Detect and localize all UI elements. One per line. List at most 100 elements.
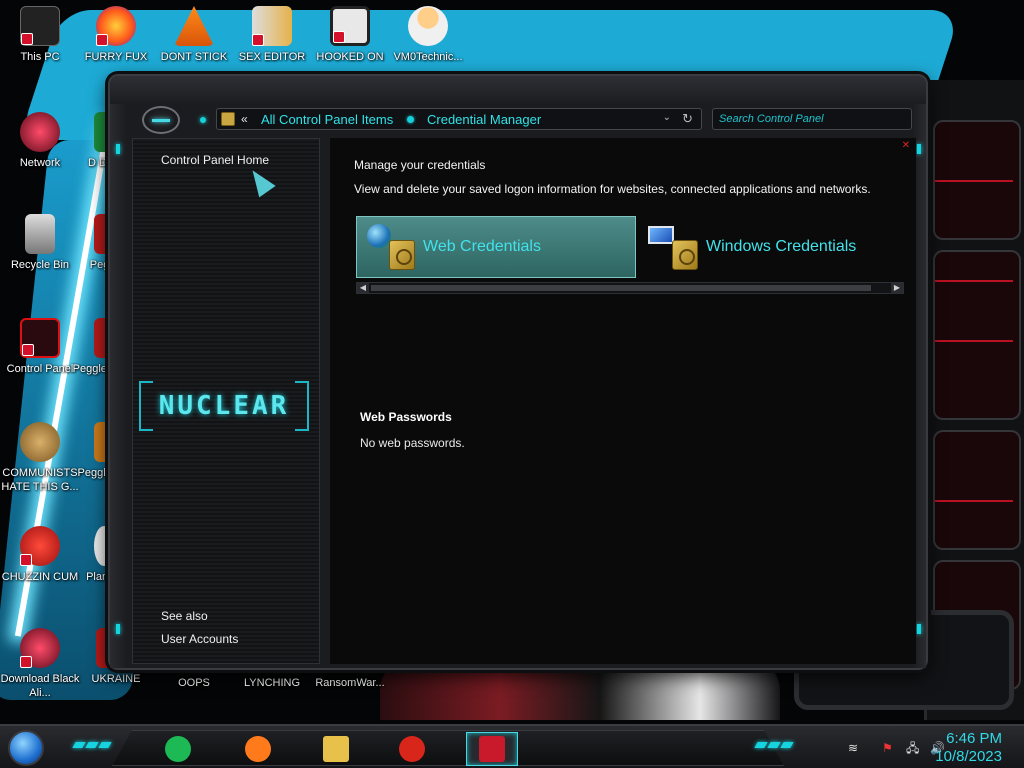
flash-icon bbox=[399, 736, 425, 762]
vault-icon bbox=[389, 240, 415, 270]
start-button[interactable] bbox=[8, 730, 44, 766]
taskbar-leds bbox=[754, 742, 794, 750]
web-credentials-label: Web Credentials bbox=[423, 238, 541, 255]
scroll-right-icon[interactable]: ▶ bbox=[891, 283, 903, 293]
taskbar-firefox[interactable] bbox=[238, 732, 278, 766]
address-bar[interactable]: « All Control Panel Items Credential Man… bbox=[216, 108, 702, 130]
desktop-icon-label: UKRAINE bbox=[91, 673, 141, 685]
desktop-icon-lynching[interactable]: LYNCHING bbox=[232, 676, 312, 690]
desktop-icon-furry-fux[interactable]: FURRY FUX bbox=[76, 6, 156, 64]
web-credentials-icon bbox=[365, 222, 419, 272]
monitor-icon bbox=[648, 226, 674, 244]
taskbar: ≋ ⚑ 🖧 🔊 6:46 PM 10/8/2023 bbox=[0, 724, 1024, 768]
desktop-icon-vm0technic[interactable]: VM0Technic... bbox=[388, 6, 468, 64]
chuzzle-icon bbox=[20, 526, 60, 566]
breadcrumb-all-control-panel-items[interactable]: All Control Panel Items bbox=[261, 112, 393, 127]
network-status-icon[interactable]: 🖧 bbox=[906, 742, 920, 754]
content-pane: ✕ Manage your credentials View and delet… bbox=[330, 138, 916, 664]
clock-date[interactable]: 10/8/2023 bbox=[935, 748, 1002, 765]
wallpaper-red-line bbox=[935, 280, 1013, 282]
search-input[interactable] bbox=[713, 109, 911, 129]
desktop-icon-dont-stick[interactable]: DONT STICK bbox=[154, 6, 234, 64]
desktop-icon-label: VM0Technic... bbox=[393, 51, 463, 63]
frame-led bbox=[116, 144, 120, 154]
back-forward-buttons[interactable] bbox=[142, 106, 180, 134]
desktop-icon-hooked-on[interactable]: HOOKED ON bbox=[310, 6, 390, 64]
frame-led bbox=[917, 144, 921, 154]
desktop-icon-label: LYNCHING bbox=[243, 677, 301, 689]
desktop-icon-label: This PC bbox=[20, 51, 60, 63]
windows-credentials-label: Windows Credentials bbox=[706, 238, 857, 255]
maze-icon bbox=[330, 6, 370, 46]
system-tray: ≋ ⚑ 🖧 🔊 6:46 PM 10/8/2023 bbox=[824, 726, 1024, 768]
frame-led bbox=[116, 624, 120, 634]
web-passwords-empty-text: No web passwords. bbox=[360, 436, 465, 450]
search-box[interactable] bbox=[712, 108, 912, 130]
desktop-icon-label: OOPS bbox=[178, 677, 210, 689]
navigation-bar: « All Control Panel Items Credential Man… bbox=[130, 104, 912, 138]
address-dropdown-icon[interactable]: ⌄ bbox=[663, 112, 671, 123]
desktop-icon-sex-editor[interactable]: SEX EDITOR bbox=[232, 6, 312, 64]
vlc-icon bbox=[174, 6, 214, 46]
doctor-icon bbox=[408, 6, 448, 46]
taskbar-flash-player[interactable] bbox=[392, 732, 432, 766]
control-panel-folder-icon bbox=[221, 112, 235, 126]
globe-icon bbox=[367, 224, 391, 248]
wallpaper-red-line bbox=[935, 500, 1013, 502]
money-bag-icon bbox=[20, 422, 60, 462]
taskbar-spotify[interactable] bbox=[158, 732, 198, 766]
scroll-left-icon[interactable]: ◀ bbox=[357, 283, 369, 293]
window-titlebar[interactable] bbox=[110, 76, 926, 104]
windows-credentials-button[interactable]: Windows Credentials bbox=[640, 216, 910, 278]
desktop-icon-label: SEX EDITOR bbox=[238, 51, 306, 63]
hex-editor-icon bbox=[252, 6, 292, 46]
web-passwords-heading: Web Passwords bbox=[360, 410, 452, 424]
page-title: Manage your credentials bbox=[354, 158, 486, 172]
clock-time[interactable]: 6:46 PM bbox=[946, 730, 1002, 747]
taskbar-leds bbox=[72, 742, 112, 750]
taskbar-app-area bbox=[112, 730, 784, 766]
desktop-icon-ransomware[interactable]: RansomWar... bbox=[310, 676, 390, 690]
logo-text: NUCLEAR bbox=[158, 391, 290, 421]
close-icon[interactable]: ✕ bbox=[902, 140, 910, 151]
show-hidden-icons-button[interactable]: ≋ bbox=[848, 742, 862, 754]
wallpaper-red-line bbox=[935, 340, 1013, 342]
windows-credentials-icon bbox=[648, 222, 702, 272]
desktop-icon-label: HOOKED ON bbox=[316, 51, 384, 63]
vault-icon bbox=[672, 240, 698, 270]
see-also-label: See also bbox=[161, 609, 208, 623]
web-credentials-button[interactable]: Web Credentials bbox=[356, 216, 636, 278]
taskbar-control-panel[interactable] bbox=[466, 732, 518, 766]
desktop-icon-label: DONT STICK bbox=[160, 51, 228, 63]
control-panel-icon bbox=[479, 736, 505, 762]
alien-icon bbox=[20, 628, 60, 668]
credential-manager-window: « All Control Panel Items Credential Man… bbox=[108, 74, 928, 670]
refresh-icon[interactable]: ↻ bbox=[682, 111, 693, 127]
wallpaper-tile bbox=[933, 250, 1021, 420]
page-description: View and delete your saved logon informa… bbox=[354, 182, 871, 196]
taskbar-file-explorer[interactable] bbox=[316, 732, 356, 766]
breadcrumb-credential-manager[interactable]: Credential Manager bbox=[427, 112, 541, 127]
desktop-icon-oops[interactable]: OOPS bbox=[154, 676, 234, 690]
nav-indicator-icon bbox=[200, 117, 206, 123]
desktop-icon-label: RansomWar... bbox=[315, 677, 385, 689]
spotify-icon bbox=[165, 736, 191, 762]
action-center-flag-icon[interactable]: ⚑ bbox=[882, 742, 896, 754]
wallpaper-tile bbox=[933, 430, 1021, 550]
firefox-icon bbox=[245, 736, 271, 762]
network-icon bbox=[20, 112, 60, 152]
file-explorer-icon bbox=[323, 736, 349, 762]
control-panel-icon bbox=[20, 318, 60, 358]
breadcrumb-separator-icon[interactable] bbox=[407, 116, 414, 123]
desktop-icon-label: Download Black Ali... bbox=[0, 673, 80, 699]
scrollbar-thumb[interactable] bbox=[371, 285, 871, 291]
user-accounts-link[interactable]: User Accounts bbox=[161, 632, 238, 646]
breadcrumb-overflow-button[interactable]: « bbox=[241, 112, 248, 126]
wallpaper-red-line bbox=[935, 180, 1013, 182]
desktop-icon-download-black-ali[interactable]: Download Black Ali... bbox=[0, 628, 80, 700]
desktop-icon-label: FURRY FUX bbox=[84, 51, 148, 63]
nuclear-logo: NUCLEAR bbox=[139, 379, 309, 435]
control-panel-home-link[interactable]: Control Panel Home bbox=[161, 153, 269, 167]
horizontal-scrollbar[interactable]: ◀ ▶ bbox=[356, 282, 904, 294]
desktop-icon-this-pc[interactable]: This PC bbox=[0, 6, 80, 64]
